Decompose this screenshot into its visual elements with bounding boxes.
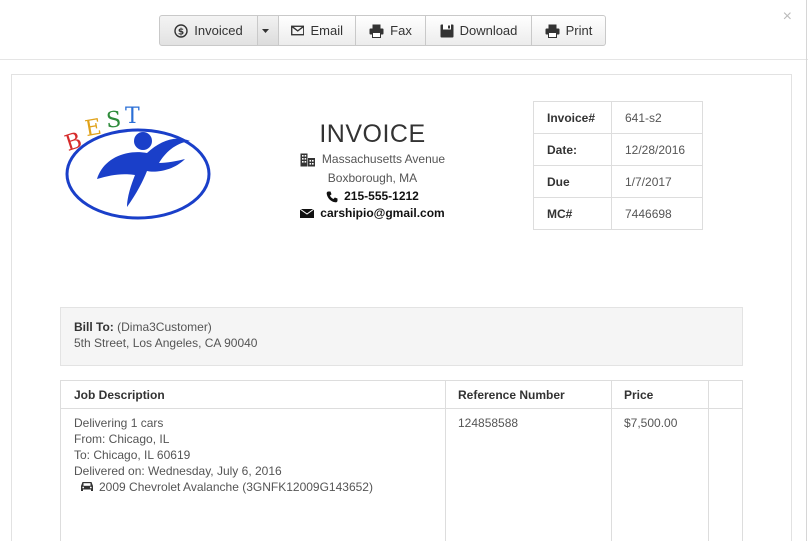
close-icon[interactable]: × <box>783 8 792 26</box>
meta-key: Date: <box>533 133 612 166</box>
dollar-circle-icon: $ <box>174 23 188 38</box>
job-line-delivered: Delivered on: Wednesday, July 6, 2016 <box>74 464 282 478</box>
print-button[interactable]: Print <box>532 15 606 46</box>
column-divider <box>445 381 446 541</box>
meta-value: 12/28/2016 <box>611 133 703 166</box>
printer-icon <box>545 24 560 38</box>
column-divider <box>708 381 709 541</box>
floppy-disk-icon <box>440 24 454 37</box>
envelope-icon <box>300 209 315 218</box>
download-button[interactable]: Download <box>426 15 532 46</box>
company-logo: B E S T <box>62 104 211 220</box>
job-line-vehicle: 2009 Chevrolet Avalanche (3GNFK12009G143… <box>74 479 373 495</box>
svg-text:S: S <box>105 107 122 133</box>
download-label: Download <box>459 23 518 38</box>
car-icon <box>81 482 93 491</box>
invoiced-dropdown-toggle[interactable] <box>258 15 279 46</box>
price-cell: $7,500.00 <box>624 416 678 430</box>
job-line-from: From: Chicago, IL <box>74 432 170 446</box>
address-street-line: Massachusetts Avenue <box>290 150 455 169</box>
svg-text:$: $ <box>178 27 184 37</box>
meta-row: MC# 7446698 <box>533 197 703 230</box>
invoiced-button[interactable]: $ Invoiced <box>159 15 258 46</box>
vehicle-description: 2009 Chevrolet Avalanche (3GNFK12009G143… <box>99 480 373 494</box>
column-divider <box>611 381 612 541</box>
bill-to-panel: Bill To: (Dima3Customer) 5th Street, Los… <box>60 307 743 366</box>
building-icon <box>300 153 315 166</box>
invoice-meta-table: Invoice# 641-s2 Date: 12/28/2016 Due 1/7… <box>533 101 703 230</box>
meta-row: Invoice# 641-s2 <box>533 101 703 134</box>
envelope-icon <box>291 25 305 36</box>
bill-to-line: Bill To: (Dima3Customer) <box>74 319 729 335</box>
email-line: carshipio@gmail.com <box>290 205 455 222</box>
svg-text:T: T <box>125 104 140 129</box>
email-label: Email <box>310 23 343 38</box>
bill-to-label: Bill To: <box>74 320 114 334</box>
svg-text:E: E <box>83 115 103 142</box>
email-button[interactable]: Email <box>279 15 356 46</box>
phone-line: 215-555-1212 <box>290 188 455 205</box>
caret-down-icon <box>261 28 269 33</box>
meta-key: MC# <box>533 197 612 230</box>
fax-label: Fax <box>390 23 412 38</box>
meta-key: Due <box>533 165 612 198</box>
address-city-line: Boxborough, MA <box>290 169 455 188</box>
invoice-title: INVOICE <box>319 120 426 148</box>
header-reference-number: Reference Number <box>458 388 565 402</box>
reference-number-cell: 124858588 <box>458 416 519 430</box>
job-description-cell: Delivering 1 cars From: Chicago, IL To: … <box>74 415 373 495</box>
company-header: INVOICE Massachusetts Avenue Boxborough,… <box>290 118 455 222</box>
invoiced-label: Invoiced <box>194 23 243 38</box>
job-line-delivering: Delivering 1 cars <box>74 416 164 430</box>
printer-icon <box>369 24 384 38</box>
address-city: Boxborough, MA <box>327 171 418 185</box>
meta-row: Date: 12/28/2016 <box>533 133 703 166</box>
phone-icon <box>326 191 338 202</box>
meta-row: Due 1/7/2017 <box>533 165 703 198</box>
bill-to-address: 5th Street, Los Angeles, CA 90040 <box>74 336 258 350</box>
job-table: Job Description Reference Number Price D… <box>60 380 743 541</box>
scrollbar-track[interactable] <box>806 0 807 541</box>
bill-to-customer: (Dima3Customer) <box>117 320 212 334</box>
phone-number: 215-555-1212 <box>344 189 419 203</box>
job-line-to: To: Chicago, IL 60619 <box>74 448 191 462</box>
print-label: Print <box>565 23 593 38</box>
invoice-toolbar: $ Invoiced Email Fax Download Print <box>159 15 606 46</box>
address-street: Massachusetts Avenue <box>321 152 446 166</box>
meta-value: 7446698 <box>611 197 703 230</box>
svg-text:B: B <box>62 128 85 157</box>
header-price: Price <box>624 388 654 402</box>
fax-button[interactable]: Fax <box>356 15 426 46</box>
meta-value: 1/7/2017 <box>611 165 703 198</box>
meta-key: Invoice# <box>533 101 612 134</box>
email-address: carshipio@gmail.com <box>320 206 445 220</box>
header-job-description: Job Description <box>74 388 165 402</box>
meta-value: 641-s2 <box>611 101 703 134</box>
